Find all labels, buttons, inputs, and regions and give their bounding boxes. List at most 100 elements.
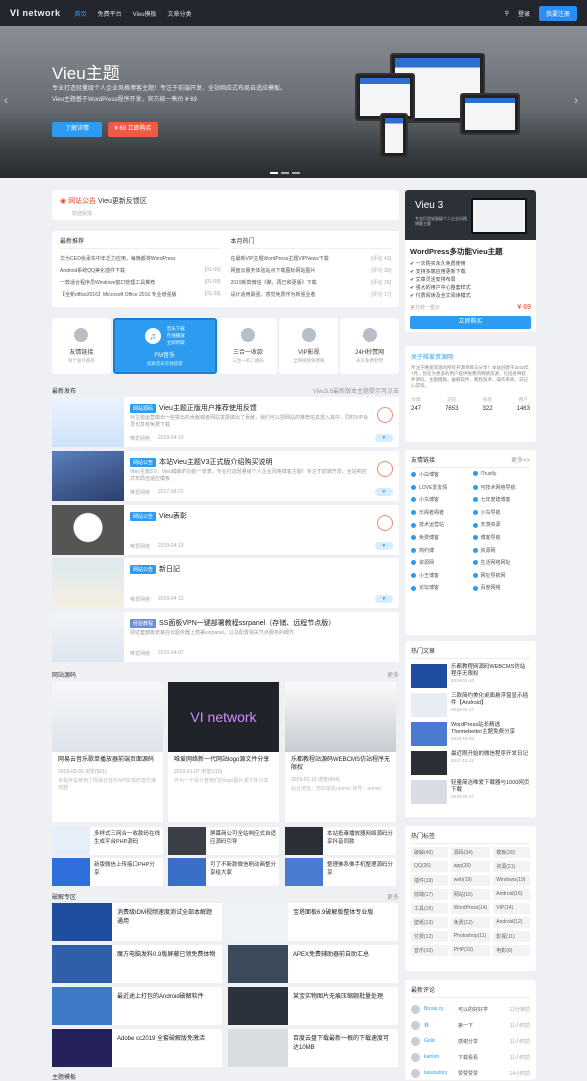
friend-link[interactable]: 七年度建博客 — [473, 496, 531, 503]
post-card[interactable]: 网站源码 Vieu主题正版用户推荐使用反馈 对主题运营做出一些突出的贡献或者网站发… — [52, 397, 399, 447]
next-arrow-icon[interactable]: › — [574, 93, 578, 107]
friend-link[interactable]: 天游资源 — [473, 521, 531, 528]
friend-link[interactable]: 技术运营站 — [411, 521, 469, 528]
tag-chip[interactable]: VIP(14) — [493, 903, 530, 914]
tile-friend-links[interactable]: 友情链接 每个站点都有 — [52, 318, 111, 374]
card-image[interactable] — [285, 682, 396, 752]
source-small[interactable]: 可了不新款微信刷动画整分享给大家 — [168, 858, 279, 886]
tag-chip[interactable]: 付费(12) — [411, 931, 448, 942]
post-card[interactable]: 网站公告 新日記 唯爱网络 2019-04-13 ♥ — [52, 558, 399, 608]
tag-chip[interactable]: 壁纸(13) — [411, 917, 448, 928]
tag-chip[interactable]: 影视(11) — [493, 931, 530, 942]
post-card[interactable]: 网站公告 Vieu表彰 唯爱网络 2019-04-13 ♥ — [52, 505, 399, 555]
tag-chip[interactable]: Photoshop(11) — [450, 931, 491, 942]
search-icon[interactable]: ⚲ — [505, 10, 509, 17]
crack-item[interactable]: APEX免费辅助器前自助汇总 — [228, 945, 398, 983]
buy-now-button[interactable]: ¥ 69 立即购买 — [108, 122, 158, 137]
tile-24h-like[interactable]: 24H秒赞网 永久免费秒赞 — [340, 318, 399, 374]
friend-link[interactable]: 简约博 — [411, 547, 469, 554]
prev-arrow-icon[interactable]: ‹ — [4, 93, 8, 107]
hot-article[interactable]: 三款简约美化桌面悬浮窗显示插件【Android】 2019-01-27 — [411, 693, 530, 717]
post-card[interactable]: 网站公告 本站Vieu主题V3正式版介绍购买说明 Vieu主题3.0，Vieu模板… — [52, 451, 399, 501]
learn-more-button[interactable]: 了解详情 — [52, 122, 102, 137]
login-link[interactable]: 登录 — [518, 9, 530, 18]
tag-chip[interactable]: 破解(40) — [411, 847, 448, 858]
site-logo[interactable]: VI network — [10, 8, 61, 18]
source-card[interactable]: 乐都教程站源码WEBCMS仿站程序无限权 2019-01-10 浏览(494) … — [285, 682, 396, 822]
list-item[interactable]: 在最新VIP主题WordPress主题VIPNews下载 [评论 43] — [231, 252, 392, 264]
like-button[interactable]: ♥ — [375, 488, 393, 496]
friend-link[interactable]: 百度网络 — [473, 584, 531, 591]
tag-chip[interactable]: 插件(19) — [411, 875, 448, 886]
like-button[interactable]: ♥ — [375, 434, 393, 442]
friend-link[interactable]: 乐阁者阁者 — [411, 509, 469, 516]
tag-chip[interactable]: QQ(26) — [411, 861, 448, 872]
more-link[interactable]: 更多 — [387, 670, 399, 679]
source-card[interactable]: 网易云音乐歌单播放器前端页面源码 2019-03-30 浏览(561) 本程序是… — [52, 682, 163, 822]
post-thumbnail[interactable] — [52, 612, 124, 662]
card-image[interactable]: VI network — [168, 682, 279, 752]
crack-item[interactable]: 某宝实物图片无痕压缩颇批量处理 — [228, 987, 398, 1025]
source-small[interactable]: 屏幕商公可全站响应式自适应源码引导 — [168, 827, 279, 855]
friend-link[interactable]: 小白博客 — [411, 471, 469, 478]
tag-chip[interactable]: PHP(10) — [450, 945, 491, 956]
list-item[interactable]: 网盘云服务体验站点下载图标网站图片 [评论 39] — [231, 264, 392, 276]
nav-vieu-template[interactable]: Vieu模板 — [133, 9, 157, 18]
friend-link[interactable]: 可技术网络导航 — [473, 484, 531, 491]
tag-chip[interactable]: 源码(34) — [450, 847, 491, 858]
friend-link[interactable]: 资源网 — [411, 559, 469, 566]
friend-link[interactable]: LOVE爱友情 — [411, 484, 469, 491]
tag-chip[interactable]: 前端(17) — [411, 889, 448, 900]
like-button[interactable]: ♥ — [375, 595, 393, 603]
tile-fm-music[interactable]: ♫ 音乐下载 在线播放 立即听取 FM音乐 优质音乐在线欣赏 — [112, 318, 217, 374]
comment-item[interactable]: Gold 感谢分享 11小时前 — [411, 1033, 530, 1049]
tag-chip[interactable]: 模板(30) — [493, 847, 530, 858]
comment-item[interactable]: lassisstory 赞赞赞赞 14小时前 — [411, 1065, 530, 1081]
comment-item[interactable]: kamoti 下载看看 11小时前 — [411, 1049, 530, 1065]
friend-link[interactable]: 小鸟导航 — [473, 509, 531, 516]
vieu3-buy-button[interactable]: 立即购买 — [410, 316, 531, 329]
register-button[interactable]: 我要注册 — [538, 5, 577, 21]
hot-article[interactable]: 轻量简洁唯爱下载器与1000网页下载 2019-02-17 — [411, 780, 530, 804]
post-thumbnail[interactable] — [52, 397, 124, 447]
friend-link[interactable]: 免费博客 — [411, 534, 469, 541]
comment-item[interactable]: 林第一下 11小时前 — [411, 1017, 530, 1033]
tag-chip[interactable]: 电影(9) — [493, 945, 530, 956]
list-item[interactable]: 设计适用最强，感觉免费作为新强业者 [评论 17] — [231, 288, 392, 300]
slider-dots[interactable] — [270, 172, 300, 174]
crack-item[interactable]: 最近途上打包的Android破解软件 — [52, 987, 222, 1025]
friend-link[interactable]: 博客导航 — [473, 534, 531, 541]
friend-link[interactable]: 论坛博客 — [411, 584, 469, 591]
more-link[interactable]: 更多>> — [511, 455, 530, 464]
friend-link[interactable]: 网址导航网 — [473, 572, 531, 579]
hot-article[interactable]: 乐都教程网源码WEBCMS仿站程序无限权 2019-01-10 — [411, 664, 530, 688]
crack-item[interactable]: 消费级IDM视频速度测试全部本解题通用 — [52, 903, 222, 941]
tag-chip[interactable]: web(19) — [450, 875, 491, 886]
vieu3-banner[interactable]: Vieu 3 专业打造轻量级个人企业风格博客主题 — [405, 190, 536, 240]
tag-chip[interactable]: 免费(12) — [450, 917, 491, 928]
source-card[interactable]: VI network 唯爱网络新一代网站logo源文件分享 2019-01-07… — [168, 682, 279, 822]
post-thumbnail[interactable] — [52, 558, 124, 608]
hot-article[interactable]: 最近刚开始的微信程序开发日记 2017-12-11 — [411, 751, 530, 775]
crack-item[interactable]: Adobe cc2019 全套破解版免激活 — [52, 1029, 222, 1067]
more-link[interactable]: 更多 — [387, 892, 399, 901]
post-thumbnail[interactable] — [52, 505, 124, 555]
crack-item[interactable]: 百度云盘下载最新一根的下载速度可达10MB — [228, 1029, 398, 1067]
post-card[interactable]: 经验教程 SS面板VPN一键部署教程ssrpanel（存储、远程节点版） 把这套面… — [52, 612, 399, 662]
nav-article-category[interactable]: 文章分类 — [167, 9, 191, 18]
tag-chip[interactable]: Android(12) — [493, 917, 530, 928]
friend-link[interactable]: 小王博客 — [411, 572, 469, 579]
friend-link[interactable]: 小鸟博客 — [411, 496, 469, 503]
list-item[interactable]: 华为CEO余承东中年乏力应用，每晚都将WordPress — [60, 252, 221, 264]
tag-chip[interactable]: Android(16) — [493, 889, 530, 900]
tag-chip[interactable]: 资源(21) — [493, 861, 530, 872]
card-image[interactable] — [52, 682, 163, 752]
nav-home[interactable]: 首页 — [75, 9, 87, 18]
tag-chip[interactable]: 工具(15) — [411, 903, 448, 914]
list-item[interactable]: 2019新款微信《聚，再已和更版》下载 [评论 28] — [231, 276, 392, 288]
tile-vip-video[interactable]: VIP影视 全网视频免费看 — [279, 318, 339, 374]
friend-link[interactable]: 资源网 — [473, 547, 531, 554]
friend-link[interactable]: 生活网络网址 — [473, 559, 531, 566]
hot-article[interactable]: WordPress站长精选Themebetter主题免费分享 2018-10-20 — [411, 722, 530, 746]
tag-chip[interactable]: WordPress(14) — [450, 903, 491, 914]
